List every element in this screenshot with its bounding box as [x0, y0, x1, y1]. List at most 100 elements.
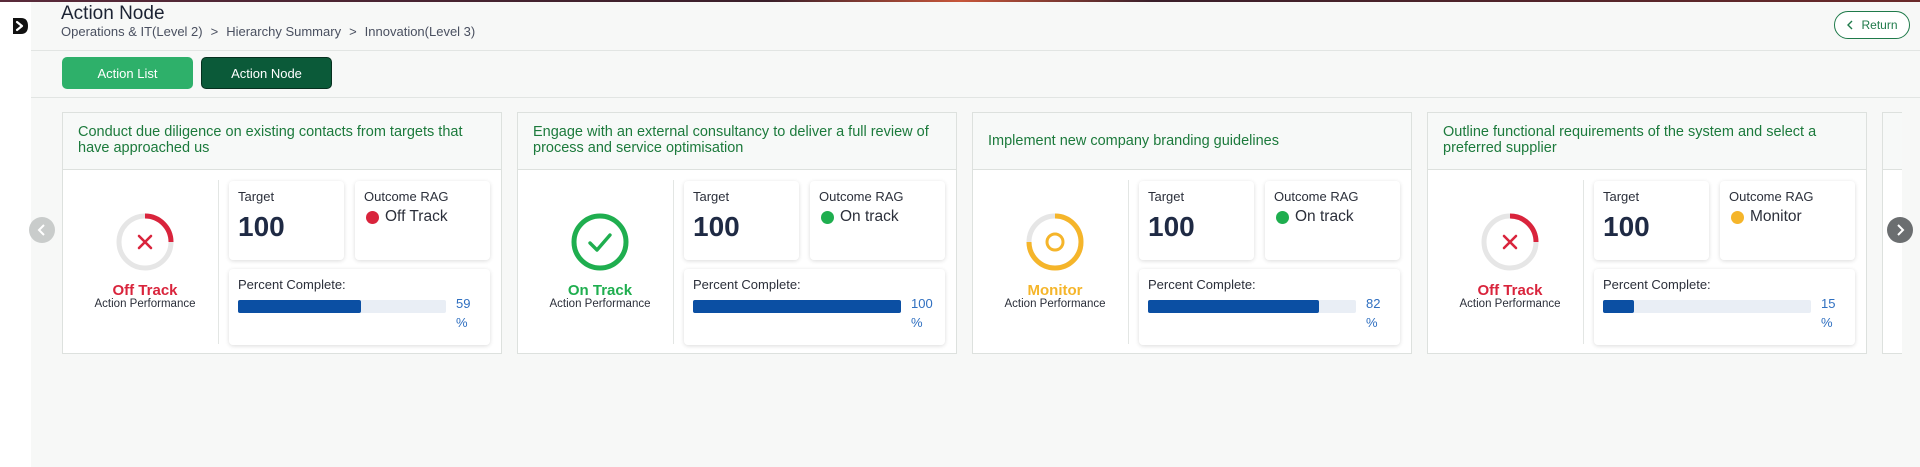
- percent-complete-label: Percent Complete:: [1148, 277, 1256, 292]
- card-header: Conduct due diligence on existing contac…: [63, 113, 501, 170]
- x-icon: [1481, 213, 1539, 271]
- target-box: Target 100: [684, 181, 799, 260]
- outcome-rag-label: Outcome RAG: [819, 189, 904, 204]
- outcome-rag-box: Outcome RAG On track: [1265, 181, 1400, 260]
- progress-bar: [1148, 300, 1356, 313]
- breadcrumb-item-level3: Innovation(Level 3): [364, 24, 476, 39]
- return-label: Return: [1861, 18, 1898, 32]
- target-label: Target: [1603, 189, 1640, 204]
- card-header: Outline functional requirements of the s…: [1428, 113, 1866, 170]
- target-value: 100: [1148, 211, 1195, 242]
- breadcrumb-separator: >: [349, 24, 357, 39]
- chevron-left-icon: [1847, 20, 1853, 30]
- action-performance: Off Track Action Performance: [63, 170, 227, 354]
- progress-bar: [693, 300, 901, 313]
- x-icon: [116, 213, 174, 271]
- action-performance: On Track Action Performance: [518, 170, 682, 354]
- divider: [1583, 180, 1584, 344]
- target-value: 100: [238, 211, 285, 242]
- card-header: [1883, 113, 1902, 170]
- outcome-rag-label: Outcome RAG: [1729, 189, 1814, 204]
- target-box: Target 100: [1139, 181, 1254, 260]
- divider: [1128, 180, 1129, 344]
- action-card: Implement new company branding guideline…: [972, 112, 1412, 354]
- check-icon: [571, 213, 629, 271]
- outcome-rag-value: On track: [840, 208, 899, 225]
- rag-status-dot: [1731, 210, 1744, 224]
- outcome-rag-box: Outcome RAG On track: [810, 181, 945, 260]
- chevron-right-icon: [1897, 224, 1905, 236]
- progress-fill: [1603, 300, 1635, 313]
- target-value: 100: [693, 211, 740, 242]
- percent-value: 15%: [1821, 296, 1836, 330]
- target-box: Target 100: [229, 181, 344, 260]
- tab-action-node[interactable]: Action Node: [201, 57, 332, 89]
- breadcrumb-item-level2[interactable]: Operations & IT(Level 2): [61, 24, 203, 39]
- performance-caption: Action Performance: [1459, 298, 1561, 310]
- action-performance: Monitor Action Performance: [973, 170, 1137, 354]
- card-title: Implement new company branding guideline…: [988, 133, 1279, 149]
- performance-status: Off Track: [1477, 282, 1543, 299]
- performance-status: On Track: [567, 282, 633, 299]
- divider: [673, 180, 674, 344]
- target-value: 100: [1603, 211, 1650, 242]
- page-title: Action Node: [61, 3, 165, 24]
- left-rail: [0, 2, 31, 467]
- carousel-next-button[interactable]: [1887, 217, 1913, 243]
- card-header: Engage with an external consultancy to d…: [518, 113, 956, 170]
- rag-status-dot: [821, 210, 834, 224]
- outcome-rag-value: Off Track: [385, 208, 448, 225]
- card-title: Outline functional requirements of the s…: [1443, 124, 1817, 156]
- outcome-rag-label: Outcome RAG: [1274, 189, 1359, 204]
- target-label: Target: [1148, 189, 1185, 204]
- card-title: Engage with an external consultancy to d…: [533, 124, 929, 156]
- progress-fill: [1148, 300, 1319, 313]
- breadcrumb-separator: >: [210, 24, 219, 39]
- rag-status-dot: [366, 210, 379, 224]
- circle-icon: [1026, 213, 1084, 271]
- rag-status-dot: [1276, 210, 1289, 224]
- performance-caption: Action Performance: [1004, 298, 1106, 310]
- progress-bar: [1603, 300, 1811, 313]
- action-performance: Off Track Action Performance: [1428, 170, 1592, 354]
- chevron-left-icon: [37, 224, 45, 236]
- app-logo-icon[interactable]: [10, 16, 30, 36]
- progress-fill: [693, 300, 901, 313]
- divider: [218, 180, 219, 344]
- target-label: Target: [693, 189, 730, 204]
- percent-complete-box: Percent Complete: 82%: [1139, 269, 1400, 345]
- percent-complete-box: Percent Complete: 59%: [229, 269, 490, 345]
- tab-action-list[interactable]: Action List: [62, 57, 193, 89]
- target-box: Target 100: [1594, 181, 1709, 260]
- card-title: Conduct due diligence on existing contac…: [78, 124, 463, 156]
- percent-complete-box: Percent Complete: 15%: [1594, 269, 1855, 345]
- target-label: Target: [238, 189, 275, 204]
- return-button[interactable]: Return: [1834, 11, 1910, 39]
- percent-value: 82%: [1366, 296, 1381, 330]
- percent-complete-label: Percent Complete:: [238, 277, 346, 292]
- breadcrumb: Operations & IT(Level 2) > Hierarchy Summa…: [61, 24, 475, 39]
- card-header: Implement new company branding guideline…: [973, 113, 1411, 170]
- percent-complete-box: Percent Complete: 100%: [684, 269, 945, 345]
- performance-status: Off Track: [112, 282, 178, 299]
- performance-caption: Action Performance: [94, 298, 196, 310]
- percent-value: 100%: [911, 296, 933, 330]
- outcome-rag-box: Outcome RAG Off Track: [355, 181, 490, 260]
- performance-status: Monitor: [1027, 282, 1083, 299]
- carousel-prev-button[interactable]: [29, 217, 55, 243]
- percent-complete-label: Percent Complete:: [693, 277, 801, 292]
- outcome-rag-box: Outcome RAG Monitor: [1720, 181, 1855, 260]
- outcome-rag-value: On track: [1295, 208, 1354, 225]
- percent-complete-label: Percent Complete:: [1603, 277, 1711, 292]
- outcome-rag-value: Monitor: [1750, 208, 1802, 225]
- action-card: Outline functional requirements of the s…: [1427, 112, 1867, 354]
- progress-fill: [238, 300, 361, 313]
- outcome-rag-label: Outcome RAG: [364, 189, 449, 204]
- percent-value: 59%: [456, 296, 471, 330]
- progress-bar: [238, 300, 446, 313]
- action-card: Conduct due diligence on existing contac…: [62, 112, 502, 354]
- action-card: Engage with an external consultancy to d…: [517, 112, 957, 354]
- action-cards-carousel: Conduct due diligence on existing contac…: [62, 112, 1902, 356]
- tab-bar: Action List Action Node: [31, 50, 1920, 98]
- breadcrumb-item-summary[interactable]: Hierarchy Summary: [226, 24, 341, 39]
